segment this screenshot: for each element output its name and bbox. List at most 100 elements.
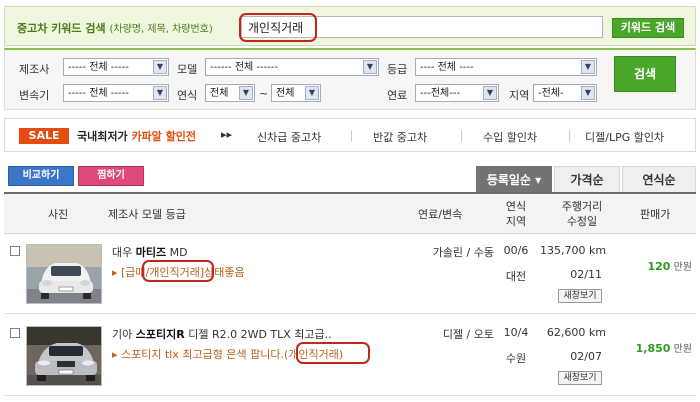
description-suffix: ) — [338, 348, 344, 361]
table-row[interactable]: 기아 스포티지R 디젤 R2.0 2WD TLX 최고급.. ▸ 스포티지 tl… — [4, 316, 696, 396]
sale-badge[interactable]: SALE — [19, 128, 69, 144]
model-year: 00/6 — [503, 244, 529, 257]
fuel-transmission: 디젤 / 오토 — [442, 328, 494, 341]
tab-sort-year[interactable]: 연식순 — [622, 166, 696, 192]
promo-divider — [461, 130, 462, 142]
double-arrow-icon: ▸▸ — [221, 128, 233, 141]
open-new-window-button[interactable]: 새창보기 — [558, 289, 602, 303]
promo-bar: SALE 국내최저가 카파알 할인전 ▸▸ 신차급 중고차 반값 중고차 수입 … — [4, 118, 696, 152]
model-label: 모델 — [177, 63, 198, 76]
car-photo-image — [27, 245, 101, 303]
compare-button[interactable]: 비교하기 — [8, 166, 74, 186]
keyword-search-input[interactable]: 개인직거래 — [241, 16, 603, 38]
year-from-value: 전체 — [210, 88, 229, 99]
price-unit: 만원 — [673, 262, 692, 273]
modified-date: 02/11 — [570, 268, 602, 281]
promo-title[interactable]: 국내최저가 카파알 할인전 — [77, 128, 196, 144]
description-keyword: 개인직거래 — [149, 266, 200, 279]
keyword-search-bar: 중고차 키워드 검색 (차량명, 제목, 차량번호) 개인직거래 키워드 검색 — [4, 6, 696, 46]
model-name: 스포티지R — [135, 328, 185, 341]
region-select-value: -전체- — [538, 88, 564, 99]
car-photo-image — [27, 327, 101, 385]
listing-title[interactable]: 기아 스포티지R 디젤 R2.0 2WD TLX 최고급.. — [112, 326, 332, 342]
promo-title-plain: 국내최저가 — [77, 130, 132, 143]
promo-title-accent: 카파알 할인전 — [131, 130, 196, 143]
header-mileage: 주행거리 — [561, 200, 603, 213]
fuel-label: 연료 — [387, 89, 408, 102]
fuel-select[interactable]: ---전체--- ▼ — [415, 84, 499, 102]
car-photo[interactable] — [26, 326, 102, 386]
description-keyword: 개인직거래 — [288, 348, 339, 361]
region-select[interactable]: -전체- ▼ — [533, 84, 597, 102]
listing-description[interactable]: ▸ [급매/개인직거래]상태좋음 — [112, 264, 245, 280]
keyword-search-hint: (차량명, 제목, 차량번호) — [109, 24, 213, 35]
price-unit: 만원 — [673, 344, 692, 355]
header-maker-model: 제조사 모델 등급 — [108, 208, 186, 221]
maker-select[interactable]: ----- 전체 ----- ▼ — [63, 58, 169, 76]
chevron-down-icon: ▼ — [305, 86, 319, 100]
model-year: 10/4 — [503, 326, 529, 339]
listing-description[interactable]: ▸ 스포티지 tlx 최고급형 은색 팝니다.(개인직거래) — [112, 346, 343, 362]
listing-table-header: 사진 제조사 모델 등급 연료/변속 연식 지역 주행거리 수정일 판매가 — [4, 192, 696, 234]
mileage: 62,600 km — [546, 326, 606, 339]
promo-link-new-grade[interactable]: 신차급 중고차 — [257, 129, 321, 145]
model-select-value: ------ 전체 ------ — [210, 62, 279, 73]
year-label: 연식 — [177, 89, 198, 102]
promo-link-imported[interactable]: 수입 할인차 — [483, 129, 537, 145]
grade-label: 등급 — [387, 63, 408, 76]
tab-sort-price[interactable]: 가격순 — [554, 166, 620, 192]
description-suffix: ]상태좋음 — [199, 266, 245, 279]
promo-divider — [569, 130, 570, 142]
search-button[interactable]: 검색 — [614, 56, 676, 92]
chevron-down-icon: ▼ — [581, 60, 595, 74]
maker-name: 기아 — [112, 328, 133, 341]
table-row[interactable]: 대우 마티즈 MD ▸ [급매/개인직거래]상태좋음 가솔린 / 수동 00/6… — [4, 234, 696, 314]
promo-link-half-price[interactable]: 반값 중고차 — [373, 129, 427, 145]
filter-panel: 제조사 ----- 전체 ----- ▼ 모델 ------ 전체 ------… — [4, 48, 696, 110]
keyword-search-title: 중고차 키워드 검색 — [17, 22, 106, 35]
tab-sort-registered[interactable]: 등록일순 ▾ — [476, 166, 552, 192]
promo-link-diesel-lpg[interactable]: 디젤/LPG 할인차 — [585, 129, 664, 145]
fuel-transmission: 가솔린 / 수동 — [432, 246, 494, 259]
chevron-down-icon: ▼ — [483, 86, 497, 100]
open-new-window-button[interactable]: 새창보기 — [558, 371, 602, 385]
description-prefix: ▸ [급매/ — [112, 266, 150, 279]
maker-select-value: ----- 전체 ----- — [68, 62, 129, 73]
fuel-select-value: ---전체--- — [420, 88, 461, 99]
chevron-down-icon: ▼ — [363, 60, 377, 74]
grade-select[interactable]: ---- 전체 ---- ▼ — [415, 58, 597, 76]
grade-name: 디젤 R2.0 2WD TLX 최고급.. — [188, 328, 332, 341]
row-checkbox[interactable] — [10, 328, 20, 338]
car-photo[interactable] — [26, 244, 102, 304]
row-checkbox[interactable] — [10, 246, 20, 256]
wishlist-button[interactable]: 찜하기 — [78, 166, 144, 186]
header-region: 지역 — [505, 215, 527, 228]
price-value: 1,850 — [635, 342, 671, 355]
maker-label: 제조사 — [19, 63, 50, 76]
year-to-select[interactable]: 전체 ▼ — [271, 84, 321, 102]
listing-title[interactable]: 대우 마티즈 MD — [112, 244, 188, 260]
region-label: 지역 — [509, 89, 530, 102]
mileage: 135,700 km — [540, 244, 607, 257]
model-select[interactable]: ------ 전체 ------ ▼ — [205, 58, 379, 76]
header-fuel: 연료/변속 — [418, 208, 463, 221]
grade-name: MD — [169, 246, 188, 259]
year-from-select[interactable]: 전체 ▼ — [205, 84, 255, 102]
header-year: 연식 — [505, 200, 527, 213]
year-range-separator: ~ — [259, 87, 269, 100]
transmission-select[interactable]: ----- 전체 ----- ▼ — [63, 84, 169, 102]
chevron-down-icon: ▼ — [239, 86, 253, 100]
year-to-value: 전체 — [276, 88, 295, 99]
modified-date: 02/07 — [570, 350, 602, 363]
header-photo: 사진 — [48, 208, 69, 221]
keyword-search-button[interactable]: 키워드 검색 — [612, 18, 684, 38]
chevron-down-icon: ▼ — [153, 86, 167, 100]
grade-select-value: ---- 전체 ---- — [420, 62, 474, 73]
transmission-label: 변속기 — [19, 89, 50, 102]
promo-divider — [351, 130, 352, 142]
price-value: 120 — [647, 260, 671, 273]
chevron-down-icon: ▼ — [581, 86, 595, 100]
transmission-select-value: ----- 전체 ----- — [68, 88, 129, 99]
chevron-down-icon: ▼ — [153, 60, 167, 74]
price: 120 만원 — [624, 258, 692, 273]
